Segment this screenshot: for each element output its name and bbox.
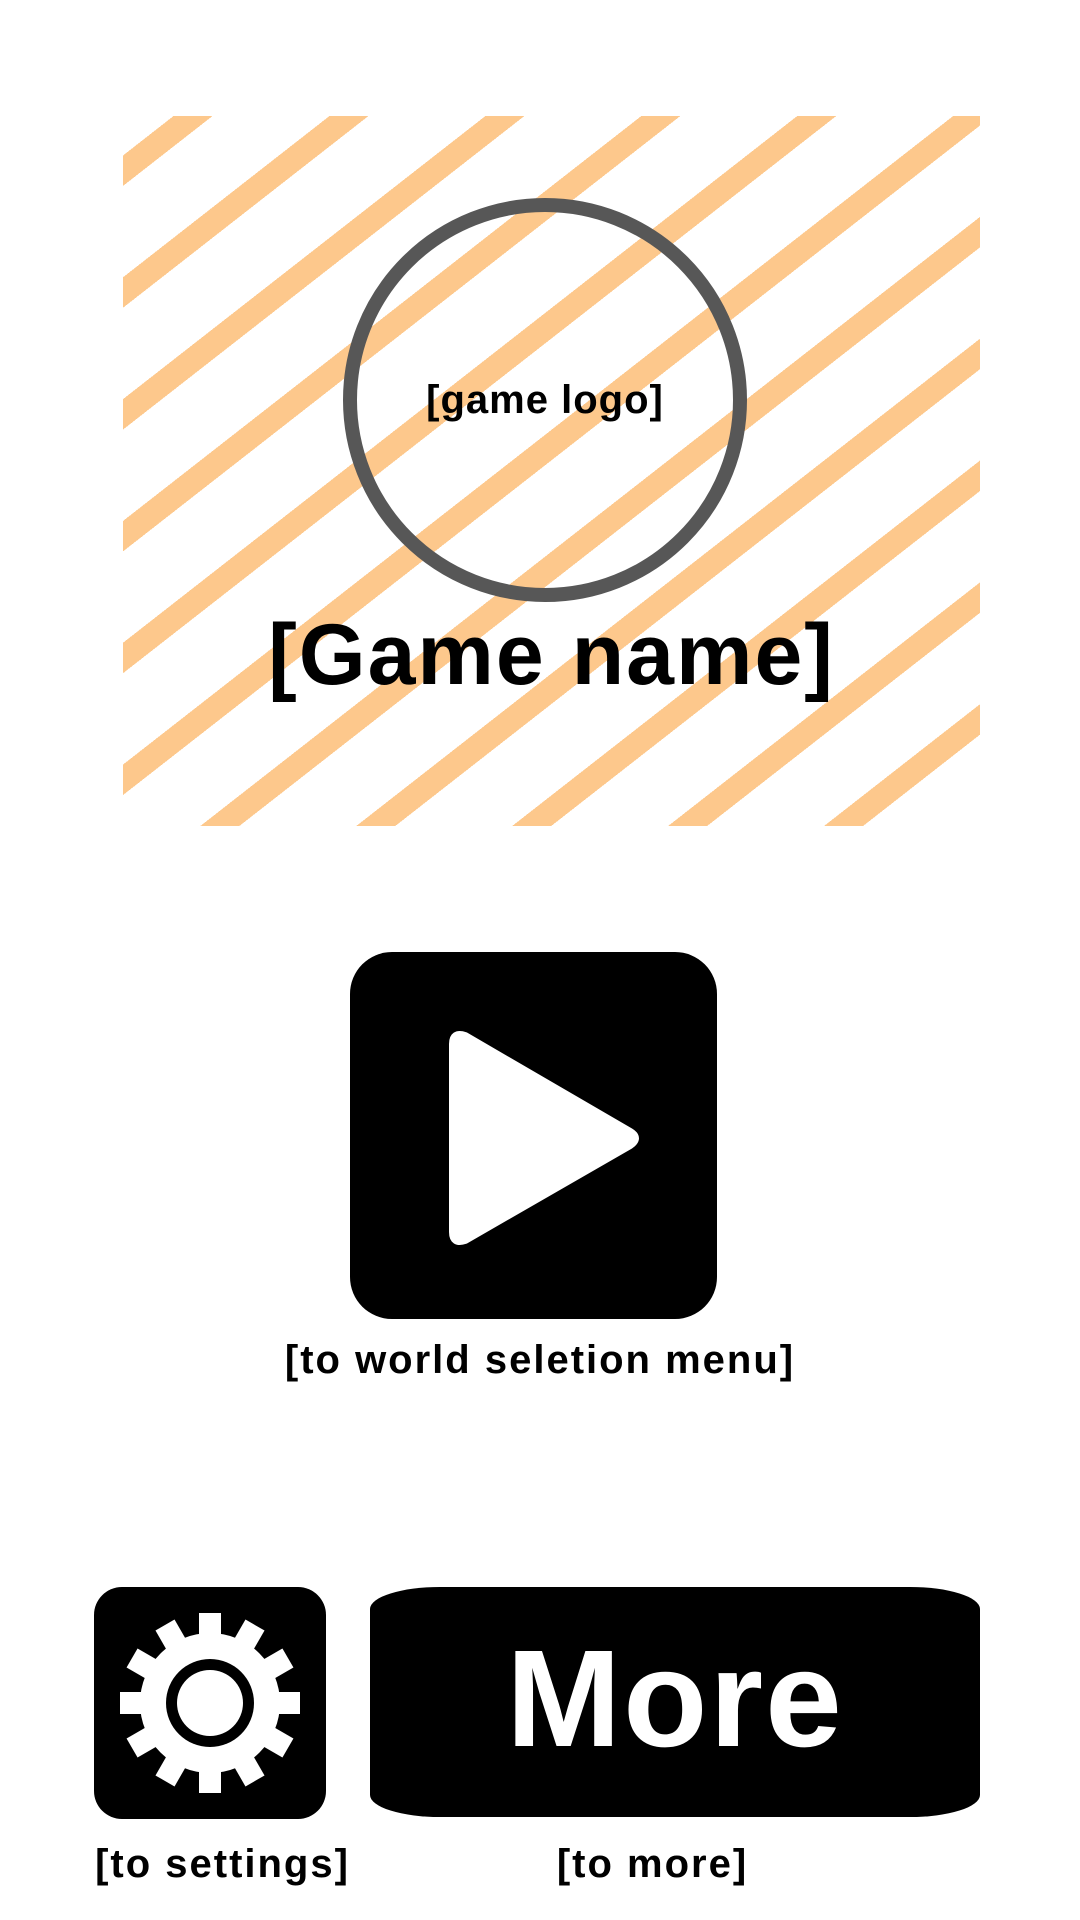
gear-icon <box>120 1613 300 1793</box>
play-button[interactable] <box>350 952 717 1319</box>
more-button-caption: [to more] <box>556 1842 749 1886</box>
game-logo-placeholder: [game logo] <box>343 198 747 602</box>
more-button[interactable]: More <box>370 1587 980 1817</box>
game-name-title: [Game name] <box>268 607 835 703</box>
game-logo-label: [game logo] <box>426 377 664 422</box>
play-button-caption: [to world seletion menu] <box>284 1338 796 1382</box>
title-banner: [game logo] [Game name] <box>123 116 980 826</box>
more-button-label: More <box>506 1622 844 1776</box>
play-icon <box>449 1031 639 1245</box>
settings-button[interactable] <box>94 1587 326 1819</box>
settings-button-caption: [to settings] <box>95 1842 350 1886</box>
